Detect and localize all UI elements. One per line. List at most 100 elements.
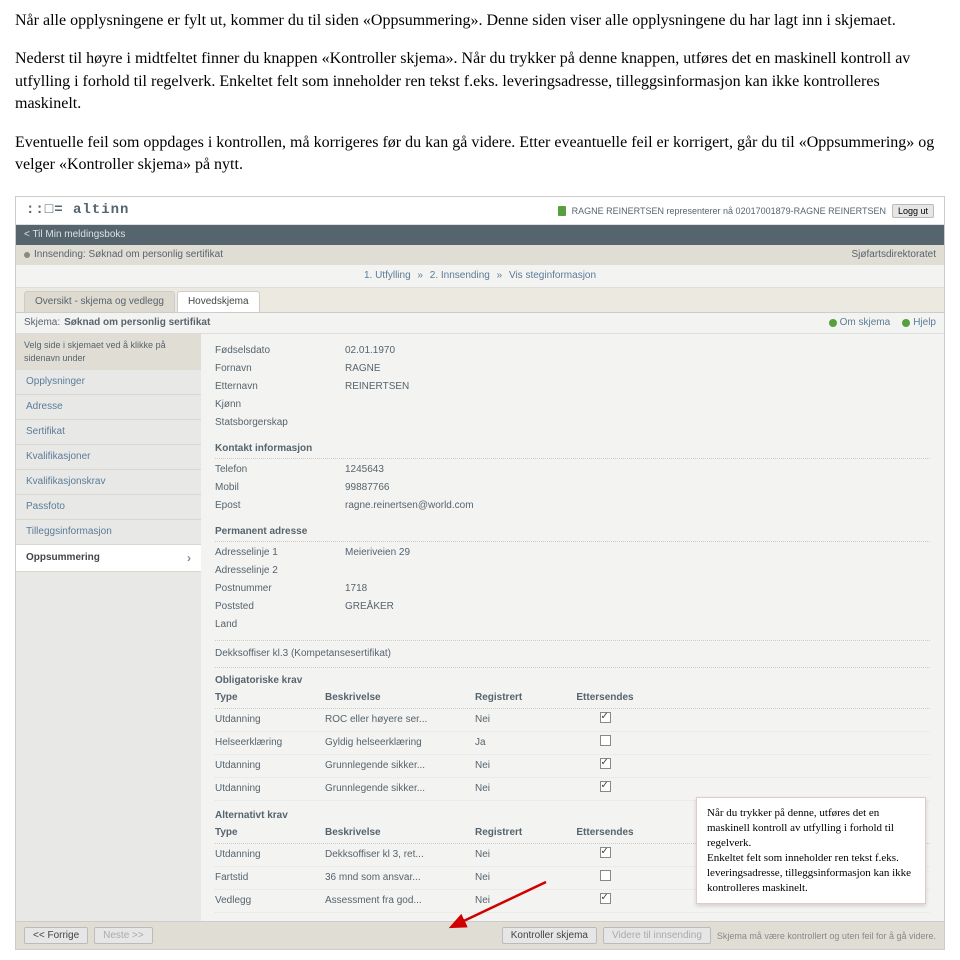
value-adresse1: Meieriveien 29 <box>345 546 410 560</box>
table-row: UtdanningGrunnlegende sikker...Nei <box>215 755 930 778</box>
sidebar-item-kvalifikasjoner[interactable]: Kvalifikasjoner <box>16 445 201 470</box>
label-etternavn: Etternavn <box>215 380 345 394</box>
instruction-paragraph-1: Når alle opplysningene er fylt ut, komme… <box>15 10 945 32</box>
step-arrow-icon: » <box>417 270 423 281</box>
section-obligatoriske: Obligatoriske krav <box>215 674 930 688</box>
submission-title: Innsending: Søknad om personlig sertifik… <box>34 248 223 262</box>
label-fodselsdato: Fødselsdato <box>215 344 345 358</box>
col-type: Type <box>215 691 325 705</box>
bottom-info: Skjema må være kontrollert og uten feil … <box>717 930 936 943</box>
label-kjonn: Kjønn <box>215 398 345 412</box>
callout-text: Når du trykker på denne, utføres det en … <box>707 807 911 893</box>
cell-ettersendes <box>565 735 645 751</box>
label-adresse2: Adresselinje 2 <box>215 564 345 578</box>
checkbox-icon <box>600 712 611 723</box>
agency-name: Sjøfartsdirektoratet <box>852 248 936 262</box>
cell-desc: Dekksoffiser kl 3, ret... <box>325 848 475 862</box>
instruction-paragraph-3: Eventuelle feil som oppdages i kontrolle… <box>15 132 945 177</box>
cell-type: Utdanning <box>215 848 325 862</box>
cell-desc: ROC eller høyere ser... <box>325 713 475 727</box>
value-postnr: 1718 <box>345 582 367 596</box>
checkbox-icon <box>600 758 611 769</box>
sidebar-item-opplysninger[interactable]: Opplysninger <box>16 370 201 395</box>
col-desc: Beskrivelse <box>325 826 475 840</box>
lock-icon <box>558 206 566 216</box>
sidebar-item-passfoto[interactable]: Passfoto <box>16 495 201 520</box>
section-adresse: Permanent adresse <box>215 525 930 542</box>
sidebar-item-adresse[interactable]: Adresse <box>16 395 201 420</box>
next-button: Neste >> <box>94 927 153 944</box>
label-poststed: Poststed <box>215 600 345 614</box>
tab-main-schema[interactable]: Hovedskjema <box>177 291 260 312</box>
checkbox-icon <box>600 847 611 858</box>
cell-reg: Ja <box>475 736 565 750</box>
help-link[interactable]: Hjelp <box>902 316 936 330</box>
cell-ettersendes <box>565 893 645 909</box>
cell-type: Fartstid <box>215 871 325 885</box>
cell-type: Utdanning <box>215 713 325 727</box>
altinn-logo: ::□= altinn <box>26 201 129 221</box>
schema-title-row: Skjema: Søknad om personlig sertifikat O… <box>16 313 944 334</box>
red-arrow-icon <box>436 877 556 937</box>
cell-desc: Grunnlegende sikker... <box>325 759 475 773</box>
step-1: 1. Utfylling <box>364 270 411 281</box>
col-type: Type <box>215 826 325 840</box>
certificate-line: Dekksoffiser kl.3 (Kompetansesertifikat) <box>215 647 930 661</box>
value-poststed: GREÅKER <box>345 600 394 614</box>
sidebar-header: Velg side i skjemaet ved å klikke på sid… <box>16 334 201 369</box>
show-step-info-link[interactable]: Vis steginformasjon <box>509 270 596 281</box>
label-postnr: Postnummer <box>215 582 345 596</box>
tab-overview[interactable]: Oversikt - skjema og vedlegg <box>24 291 175 312</box>
cell-desc: Gyldig helseerklæring <box>325 736 475 750</box>
step-arrow-icon: » <box>497 270 503 281</box>
sidebar: Velg side i skjemaet ved å klikke på sid… <box>16 334 201 921</box>
cell-reg: Nei <box>475 848 565 862</box>
about-schema-link[interactable]: Om skjema <box>829 316 891 330</box>
col-etter: Ettersendes <box>565 691 645 705</box>
step-2: 2. Innsending <box>430 270 490 281</box>
table-row: UtdanningROC eller høyere ser...Nei <box>215 709 930 732</box>
checkbox-icon <box>600 735 611 746</box>
value-etternavn: REINERTSEN <box>345 380 409 394</box>
label-epost: Epost <box>215 499 345 513</box>
prev-button[interactable]: << Forrige <box>24 927 88 944</box>
submission-bar: Innsending: Søknad om personlig sertifik… <box>16 245 944 265</box>
label-mobil: Mobil <box>215 481 345 495</box>
tab-row: Oversikt - skjema og vedlegg Hovedskjema <box>16 288 944 313</box>
label-land: Land <box>215 618 345 632</box>
section-kontakt: Kontakt informasjon <box>215 442 930 459</box>
table-row: HelseerklæringGyldig helseerklæringJa <box>215 732 930 755</box>
instruction-paragraph-2: Nederst til høyre i midtfeltet finner du… <box>15 48 945 115</box>
cell-type: Utdanning <box>215 759 325 773</box>
cell-type: Vedlegg <box>215 894 325 908</box>
label-statsborgerskap: Statsborgerskap <box>215 416 345 430</box>
app-screenshot: ::□= altinn RAGNE REINERTSEN representer… <box>15 196 945 950</box>
cell-type: Utdanning <box>215 782 325 796</box>
label-fornavn: Fornavn <box>215 362 345 376</box>
col-etter: Ettersendes <box>565 826 645 840</box>
cell-ettersendes <box>565 781 645 797</box>
sidebar-item-kvalifikasjonskrav[interactable]: Kvalifikasjonskrav <box>16 470 201 495</box>
sidebar-item-tilleggsinformasjon[interactable]: Tilleggsinformasjon <box>16 520 201 545</box>
cell-ettersendes <box>565 758 645 774</box>
value-telefon: 1245643 <box>345 463 384 477</box>
videre-button: Videre til innsending <box>603 927 711 944</box>
cell-ettersendes <box>565 847 645 863</box>
sidebar-item-sertifikat[interactable]: Sertifikat <box>16 420 201 445</box>
col-reg: Registrert <box>475 826 565 840</box>
checkbox-icon <box>600 870 611 881</box>
col-desc: Beskrivelse <box>325 691 475 705</box>
cell-reg: Nei <box>475 759 565 773</box>
schema-label: Skjema: <box>24 316 60 330</box>
logout-button[interactable]: Logg ut <box>892 204 934 218</box>
cell-reg: Nei <box>475 713 565 727</box>
sidebar-item-oppsummering[interactable]: Oppsummering <box>16 545 201 573</box>
col-reg: Registrert <box>475 691 565 705</box>
value-fodselsdato: 02.01.1970 <box>345 344 395 358</box>
table-header: Type Beskrivelse Registrert Ettersendes <box>215 688 930 709</box>
top-bar: ::□= altinn RAGNE REINERTSEN representer… <box>16 197 944 225</box>
back-to-inbox-link[interactable]: < Til Min meldingsboks <box>16 225 944 245</box>
callout-box: Når du trykker på denne, utføres det en … <box>696 797 926 904</box>
value-fornavn: RAGNE <box>345 362 381 376</box>
label-telefon: Telefon <box>215 463 345 477</box>
